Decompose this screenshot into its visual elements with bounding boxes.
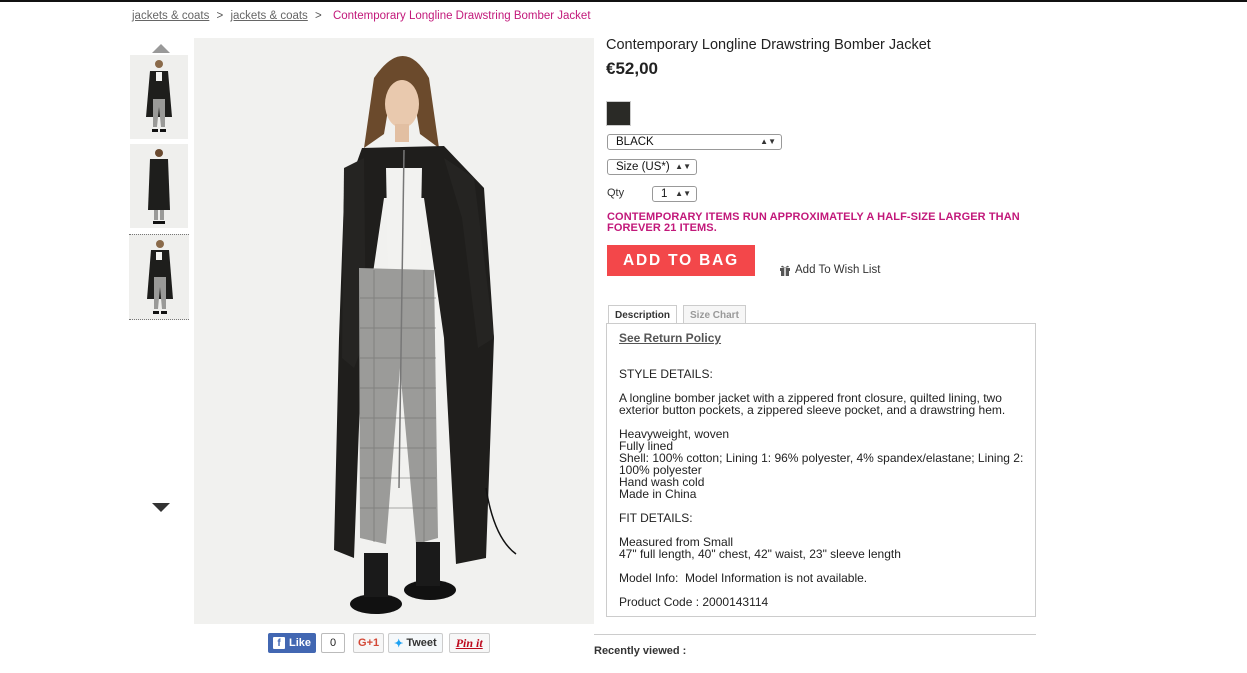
product-code: Product Code : 2000143114 bbox=[619, 595, 769, 609]
fit-line: 47" full length, 40" chest, 42" waist, 2… bbox=[619, 547, 901, 561]
divider bbox=[594, 634, 1036, 635]
breadcrumb-link-jackets-coats-sub[interactable]: jackets & coats bbox=[230, 10, 307, 22]
description-panel: See Return Policy STYLE DETAILS: A longl… bbox=[606, 323, 1036, 617]
facebook-icon: f bbox=[273, 637, 285, 649]
recently-viewed-heading: Recently viewed : bbox=[594, 645, 687, 657]
qty-select-value: 1 bbox=[661, 188, 668, 200]
pin-it-button[interactable]: Pin it bbox=[448, 633, 490, 653]
color-select[interactable]: BLACK ▲▼ bbox=[607, 134, 782, 150]
details-list: Heavyweight, woven Fully lined Shell: 10… bbox=[619, 428, 1029, 500]
size-select-value: Size (US*) bbox=[616, 161, 670, 173]
google-plus-button[interactable]: G+1 bbox=[353, 633, 385, 653]
color-select-value: BLACK bbox=[616, 136, 654, 148]
model-info: Model Info: Model Information is not ava… bbox=[619, 571, 868, 585]
top-border bbox=[0, 0, 1247, 2]
breadcrumb-current: Contemporary Longline Drawstring Bomber … bbox=[332, 10, 591, 22]
add-to-wishlist-link[interactable]: Add To Wish List bbox=[779, 264, 880, 276]
detail-line: Shell: 100% cotton; Lining 1: 96% polyes… bbox=[619, 451, 1024, 477]
breadcrumb-link-jackets-coats[interactable]: jackets & coats bbox=[132, 10, 209, 22]
fit-details-heading: FIT DETAILS: bbox=[619, 511, 693, 525]
facebook-like-label: Like bbox=[289, 637, 312, 649]
add-to-bag-button[interactable]: ADD TO BAG bbox=[607, 245, 755, 276]
select-arrows-icon: ▲▼ bbox=[760, 137, 776, 146]
thumbnail-scroll-up-icon[interactable] bbox=[152, 44, 170, 53]
breadcrumb: jackets & coats > jackets & coats > Cont… bbox=[132, 10, 591, 22]
tweet-label: Tweet bbox=[406, 637, 437, 649]
select-arrows-icon: ▲▼ bbox=[675, 189, 691, 198]
social-share-bar: f Like 0 G+1 ✦ Tweet Pin it bbox=[268, 632, 490, 654]
facebook-like-button[interactable]: f Like bbox=[268, 633, 317, 653]
product-price: €52,00 bbox=[606, 59, 658, 78]
thumbnail-side-view[interactable] bbox=[129, 234, 189, 320]
thumbnail-back-view[interactable] bbox=[130, 144, 188, 228]
gift-icon bbox=[780, 265, 790, 276]
detail-line: Heavyweight, woven bbox=[619, 427, 730, 441]
fit-details-list: Measured from Small 47" full length, 40"… bbox=[619, 536, 1029, 560]
main-product-image[interactable] bbox=[194, 38, 594, 624]
select-arrows-icon: ▲▼ bbox=[675, 162, 691, 171]
qty-label: Qty bbox=[607, 187, 625, 199]
sizing-notice: CONTEMPORARY ITEMS RUN APPROXIMATELY A H… bbox=[607, 211, 1020, 234]
qty-select[interactable]: 1 ▲▼ bbox=[652, 186, 697, 202]
size-select[interactable]: Size (US*) ▲▼ bbox=[607, 159, 697, 175]
like-count: 0 bbox=[321, 633, 346, 653]
thumbnail-scroll-down-icon[interactable] bbox=[152, 503, 170, 512]
detail-line: Made in China bbox=[619, 487, 697, 501]
product-title: Contemporary Longline Drawstring Bomber … bbox=[606, 37, 931, 53]
tweet-button[interactable]: ✦ Tweet bbox=[388, 633, 443, 653]
tab-size-chart[interactable]: Size Chart bbox=[683, 305, 746, 324]
style-details-heading: STYLE DETAILS: bbox=[619, 367, 713, 381]
style-details-text: A longline bomber jacket with a zippered… bbox=[619, 391, 1006, 417]
thumbnail-front-view[interactable] bbox=[130, 55, 188, 139]
breadcrumb-separator: > bbox=[216, 10, 224, 22]
return-policy-link[interactable]: See Return Policy bbox=[619, 331, 721, 345]
tab-description[interactable]: Description bbox=[608, 305, 678, 325]
breadcrumb-separator: > bbox=[315, 10, 322, 22]
wishlist-label: Add To Wish List bbox=[795, 264, 881, 276]
twitter-icon: ✦ bbox=[394, 637, 404, 650]
color-swatch-black[interactable] bbox=[606, 101, 631, 126]
